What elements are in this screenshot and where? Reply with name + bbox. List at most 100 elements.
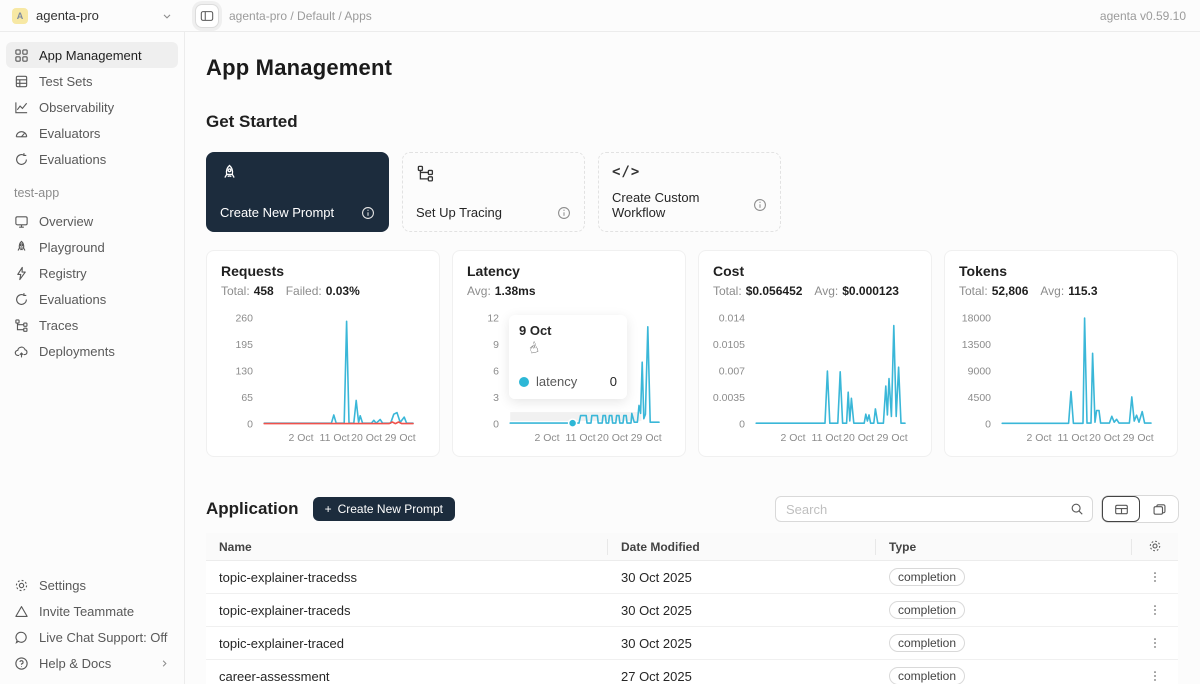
- sidebar: App Management Test Sets Observability E…: [0, 32, 185, 684]
- create-new-prompt-button[interactable]: + Create New Prompt: [313, 497, 455, 521]
- svg-text:2 Oct: 2 Oct: [534, 432, 559, 444]
- svg-text:11 Oct: 11 Oct: [566, 432, 596, 444]
- table-view-icon: [1114, 502, 1129, 517]
- row-more-button[interactable]: [1132, 669, 1178, 683]
- svg-text:2 Oct: 2 Oct: [780, 432, 805, 444]
- sidebar-item-overview[interactable]: Overview: [6, 208, 178, 234]
- tokens-chart[interactable]: 04500900013500180002 Oct11 Oct20 Oct29 O…: [959, 308, 1163, 453]
- svg-text:0: 0: [739, 419, 745, 431]
- gear-icon[interactable]: [1148, 539, 1162, 555]
- set-up-tracing-card[interactable]: Set Up Tracing: [402, 152, 585, 232]
- observability-icon: [14, 100, 29, 115]
- breadcrumb[interactable]: agenta-pro / Default / Apps: [229, 9, 372, 23]
- info-circle-icon[interactable]: [753, 198, 767, 212]
- svg-text:0.014: 0.014: [719, 313, 745, 325]
- requests-card: Requests Total:458 Failed:0.03% 06513019…: [206, 250, 440, 457]
- stat-value: 52,806: [992, 284, 1029, 298]
- refresh-icon: [14, 292, 29, 307]
- svg-text:130: 130: [235, 366, 253, 378]
- svg-text:0.0105: 0.0105: [713, 339, 745, 351]
- svg-text:0.007: 0.007: [719, 366, 745, 378]
- trace-tree-icon: [416, 164, 571, 183]
- app-date: 30 Oct 2025: [608, 636, 876, 651]
- cost-chart[interactable]: 00.00350.0070.01050.0142 Oct11 Oct20 Oct…: [713, 308, 917, 453]
- latency-card: Latency Avg:1.38ms 0369122 Oct11 Oct20 O…: [452, 250, 686, 457]
- info-circle-icon[interactable]: [361, 206, 375, 220]
- info-circle-icon[interactable]: [557, 206, 571, 220]
- column-header-date-modified[interactable]: Date Modified: [608, 539, 876, 555]
- sidebar-item-help-docs[interactable]: Help & Docs: [6, 650, 178, 676]
- table-view-button[interactable]: [1102, 496, 1140, 522]
- pointer-cursor-icon: ☝: [526, 338, 540, 358]
- search-icon[interactable]: [1070, 502, 1084, 516]
- sidebar-item-settings[interactable]: Settings: [6, 572, 178, 598]
- sidebar-item-app-evaluations[interactable]: Evaluations: [6, 286, 178, 312]
- sidebar-item-registry[interactable]: Registry: [6, 260, 178, 286]
- row-more-button[interactable]: [1132, 570, 1178, 584]
- sidebar-item-label: App Management: [39, 48, 142, 63]
- sidebar-item-invite-teammate[interactable]: Invite Teammate: [6, 598, 178, 624]
- workspace-switcher[interactable]: A agenta-pro: [0, 8, 185, 24]
- app-name: topic-explainer-traced: [206, 636, 608, 651]
- svg-text:0: 0: [493, 419, 499, 431]
- chevron-down-icon: [161, 10, 173, 22]
- sidebar-item-label: Deployments: [39, 344, 115, 359]
- svg-text:6: 6: [493, 366, 499, 378]
- sidebar-item-label: Live Chat Support: Off: [39, 630, 167, 645]
- sidebar-item-live-chat[interactable]: Live Chat Support: Off: [6, 624, 178, 650]
- chevron-right-icon: [159, 658, 170, 669]
- card-view-button[interactable]: [1140, 496, 1178, 522]
- sidebar-item-app-management[interactable]: App Management: [6, 42, 178, 68]
- sidebar-item-evaluations[interactable]: Evaluations: [6, 146, 178, 172]
- sidebar-item-observability[interactable]: Observability: [6, 94, 178, 120]
- create-custom-workflow-card[interactable]: </> Create Custom Workflow: [598, 152, 781, 232]
- sidebar-item-deployments[interactable]: Deployments: [6, 338, 178, 364]
- sidebar-item-traces[interactable]: Traces: [6, 312, 178, 338]
- svg-text:11 Oct: 11 Oct: [1058, 432, 1088, 444]
- stat-label: Total:: [221, 284, 250, 298]
- workspace-name: agenta-pro: [36, 8, 99, 23]
- svg-text:29 Oct: 29 Oct: [1123, 432, 1154, 444]
- type-badge: completion: [889, 601, 965, 619]
- table-row[interactable]: topic-explainer-traced 30 Oct 2025 compl…: [206, 627, 1178, 660]
- triangle-icon: [14, 604, 29, 619]
- svg-text:11 Oct: 11 Oct: [812, 432, 842, 444]
- table-row[interactable]: topic-explainer-tracedss 30 Oct 2025 com…: [206, 561, 1178, 594]
- sidebar-item-label: Help & Docs: [39, 656, 111, 671]
- sidebar-item-evaluators[interactable]: Evaluators: [6, 120, 178, 146]
- svg-text:29 Oct: 29 Oct: [877, 432, 908, 444]
- lightning-icon: [14, 266, 29, 281]
- cost-card: Cost Total:$0.056452 Avg:$0.000123 00.00…: [698, 250, 932, 457]
- stat-value: 458: [254, 284, 274, 298]
- table-row[interactable]: career-assessment 27 Oct 2025 completion: [206, 660, 1178, 684]
- svg-text:3: 3: [493, 392, 499, 404]
- sidebar-item-playground[interactable]: Playground: [6, 234, 178, 260]
- rocket-icon: [220, 164, 375, 183]
- stat-title: Cost: [713, 263, 917, 279]
- create-new-prompt-card[interactable]: Create New Prompt: [206, 152, 389, 232]
- sidebar-item-test-sets[interactable]: Test Sets: [6, 68, 178, 94]
- gauge-icon: [14, 126, 29, 141]
- svg-text:11 Oct: 11 Oct: [320, 432, 350, 444]
- workspace-avatar: A: [12, 8, 28, 24]
- type-badge: completion: [889, 634, 965, 652]
- sidebar-toggle-button[interactable]: [195, 4, 219, 28]
- svg-text:2 Oct: 2 Oct: [1026, 432, 1051, 444]
- search-input[interactable]: [786, 502, 1070, 517]
- table-row[interactable]: topic-explainer-traceds 30 Oct 2025 comp…: [206, 594, 1178, 627]
- main-content: App Management Get Started Create New Pr…: [185, 32, 1200, 684]
- svg-text:29 Oct: 29 Oct: [631, 432, 662, 444]
- sidebar-item-label: Settings: [39, 578, 86, 593]
- row-more-button[interactable]: [1132, 636, 1178, 650]
- rocket-icon: [14, 240, 29, 255]
- column-settings-cell: [1132, 539, 1178, 555]
- app-date: 30 Oct 2025: [608, 603, 876, 618]
- svg-text:20 Oct: 20 Oct: [843, 432, 874, 444]
- svg-text:9: 9: [493, 339, 499, 351]
- refresh-icon: [14, 152, 29, 167]
- requests-chart[interactable]: 0651301952602 Oct11 Oct20 Oct29 Oct: [221, 308, 425, 453]
- column-header-type[interactable]: Type: [876, 539, 1132, 555]
- svg-text:20 Oct: 20 Oct: [597, 432, 628, 444]
- column-header-name[interactable]: Name: [206, 539, 608, 555]
- row-more-button[interactable]: [1132, 603, 1178, 617]
